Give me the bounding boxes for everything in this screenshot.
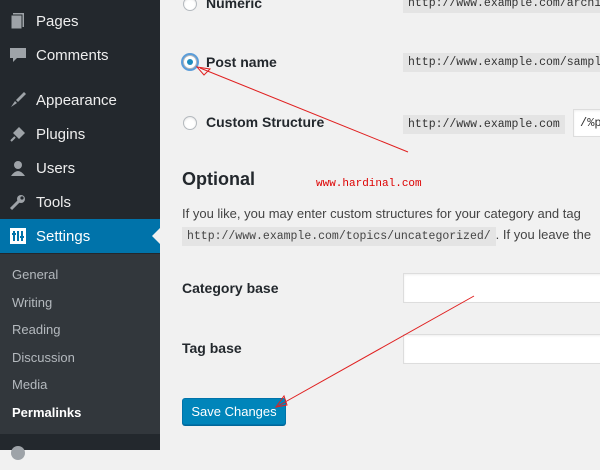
optional-description-line2: http://www.example.com/topics/uncategori… bbox=[182, 227, 592, 246]
comments-icon bbox=[8, 45, 28, 65]
custom-structure-example-code: http://www.example.com bbox=[403, 115, 565, 134]
sidebar-item-label: Pages bbox=[36, 12, 79, 30]
tag-base-input[interactable] bbox=[403, 334, 600, 364]
custom-structure-label[interactable]: Custom Structure bbox=[206, 114, 324, 130]
tools-icon bbox=[8, 192, 28, 212]
optional-example-code: http://www.example.com/topics/uncategori… bbox=[182, 227, 496, 246]
pages-icon bbox=[8, 11, 28, 31]
sidebar-item-appearance[interactable]: Appearance bbox=[0, 83, 160, 117]
settings-icon bbox=[8, 226, 28, 246]
collapse-icon bbox=[8, 443, 28, 463]
optional-heading: Optional bbox=[182, 169, 255, 189]
sidebar-item-label: Appearance bbox=[36, 91, 117, 109]
users-icon bbox=[8, 158, 28, 178]
sidebar-item-label: Settings bbox=[36, 227, 91, 245]
submenu-item-general[interactable]: General bbox=[12, 267, 58, 282]
watermark-text: www.hardinal.com bbox=[316, 178, 422, 190]
custom-structure-radio[interactable] bbox=[183, 116, 197, 130]
sidebar-item-label: Plugins bbox=[36, 125, 86, 143]
optional-description: If you like, you may enter custom struct… bbox=[182, 206, 581, 221]
save-changes-button[interactable]: Save Changes bbox=[182, 398, 286, 425]
category-base-label: Category base bbox=[182, 280, 279, 296]
custom-structure-value: /%p bbox=[580, 116, 600, 130]
submenu-item-writing[interactable]: Writing bbox=[12, 295, 52, 310]
sidebar-item-pages[interactable]: Pages bbox=[0, 4, 160, 38]
post-name-radio[interactable] bbox=[183, 55, 197, 69]
submenu-item-media[interactable]: Media bbox=[12, 377, 47, 392]
numeric-label[interactable]: Numeric bbox=[206, 0, 262, 11]
custom-structure-input[interactable]: /%p bbox=[573, 109, 600, 137]
numeric-radio[interactable] bbox=[183, 0, 197, 11]
settings-submenu: General Writing Reading Discussion Media… bbox=[0, 254, 160, 434]
optional-description-text: If you like, you may enter custom struct… bbox=[182, 206, 581, 221]
submenu-item-discussion[interactable]: Discussion bbox=[12, 350, 75, 365]
submenu-item-reading[interactable]: Reading bbox=[12, 322, 60, 337]
sidebar-item-label: Tools bbox=[36, 193, 72, 211]
sidebar-item-collapse[interactable] bbox=[0, 436, 160, 470]
sidebar-item-settings[interactable]: Settings bbox=[0, 219, 160, 253]
post-name-label[interactable]: Post name bbox=[206, 54, 277, 70]
permalink-settings-main: Numeric http://www.example.com/archi Pos… bbox=[160, 0, 600, 450]
numeric-example-code: http://www.example.com/archi bbox=[403, 0, 600, 13]
sidebar-item-label: Users bbox=[36, 159, 76, 177]
submenu-item-permalinks[interactable]: Permalinks bbox=[12, 405, 81, 420]
sidebar-item-users[interactable]: Users bbox=[0, 151, 160, 185]
sidebar-item-tools[interactable]: Tools bbox=[0, 185, 160, 219]
sidebar-item-comments[interactable]: Comments bbox=[0, 38, 160, 72]
sidebar-item-label: Comments bbox=[36, 46, 109, 64]
sidebar-item-plugins[interactable]: Plugins bbox=[0, 117, 160, 151]
admin-sidebar: Pages Comments Appearance Plugins Users … bbox=[0, 0, 160, 460]
optional-description-after: . If you leave the bbox=[495, 227, 592, 242]
plugins-icon bbox=[8, 124, 28, 144]
category-base-input[interactable] bbox=[403, 273, 600, 303]
post-name-example-code: http://www.example.com/sampl bbox=[403, 53, 600, 72]
tag-base-label: Tag base bbox=[182, 340, 242, 356]
appearance-icon bbox=[8, 90, 28, 110]
